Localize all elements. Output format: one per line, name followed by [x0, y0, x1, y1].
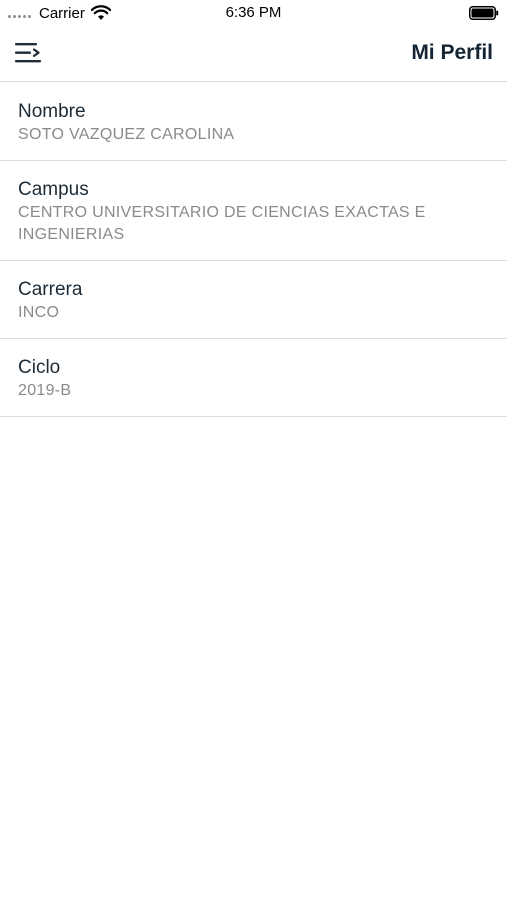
status-bar: Carrier 6:36 PM [0, 0, 507, 26]
profile-row-carrera: Carrera INCO [0, 261, 507, 339]
profile-row-campus: Campus CENTRO UNIVERSITARIO DE CIENCIAS … [0, 161, 507, 261]
status-time: 6:36 PM [225, 4, 282, 21]
battery-icon [469, 6, 499, 20]
nav-bar: Mi Perfil [0, 26, 507, 82]
profile-row-nombre: Nombre SOTO VAZQUEZ CAROLINA [0, 83, 507, 161]
row-label: Campus [18, 179, 89, 200]
profile-list: Nombre SOTO VAZQUEZ CAROLINA Campus CENT… [0, 83, 507, 417]
profile-row-ciclo: Ciclo 2019-B [0, 339, 507, 417]
menu-lines-icon [15, 43, 41, 63]
row-value: SOTO VAZQUEZ CAROLINA [18, 126, 235, 143]
page-title: Mi Perfil [411, 41, 493, 64]
row-label: Ciclo [18, 357, 61, 378]
menu-button[interactable] [14, 40, 42, 66]
row-value: 2019-B [18, 382, 72, 399]
row-value: CENTRO UNIVERSITARIO DE CIENCIAS EXACTAS… [18, 204, 426, 243]
row-label: Nombre [18, 101, 86, 122]
row-value: INCO [18, 304, 60, 321]
row-label: Carrera [18, 279, 83, 300]
